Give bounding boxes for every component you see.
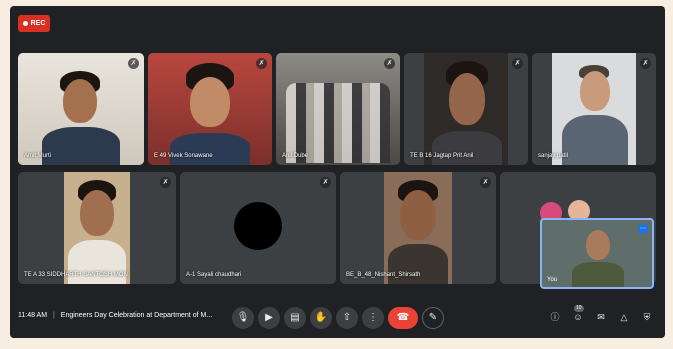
meeting-time: 11:48 AM bbox=[18, 312, 48, 319]
participant-avatar bbox=[234, 202, 282, 250]
participant-tile[interactable]: ✗ Anil Dube bbox=[276, 53, 400, 165]
shirt bbox=[562, 115, 628, 165]
meet-window: REC ✗ Amit Murti ✗ E 49 Vivek Sonawane ✗… bbox=[10, 6, 665, 338]
face bbox=[190, 77, 230, 127]
captions-button[interactable]: ▤ bbox=[284, 307, 306, 329]
mic-off-icon: ✗ bbox=[384, 58, 395, 69]
recording-indicator: REC bbox=[18, 15, 50, 32]
present-button[interactable]: ⇧ bbox=[336, 307, 358, 329]
separator: | bbox=[53, 312, 55, 319]
mic-button[interactable]: 🎙 bbox=[232, 307, 254, 329]
participant-name: A-1 Sayali chaudhari bbox=[186, 272, 242, 278]
mic-off-icon: ✗ bbox=[256, 58, 267, 69]
participant-tile[interactable]: ✗ TE B 16 Jagtap Prit Anil bbox=[404, 53, 528, 165]
mic-off-icon: ✗ bbox=[320, 177, 331, 188]
raise-hand-button[interactable]: ✋ bbox=[310, 307, 332, 329]
face bbox=[63, 79, 97, 123]
participant-tile[interactable]: ✗ sanjay patil bbox=[532, 53, 656, 165]
mic-off-icon: ✗ bbox=[640, 58, 651, 69]
control-bar: 11:48 AM | Engineers Day Celebration at … bbox=[10, 298, 665, 338]
chat-icon[interactable]: ✉ bbox=[594, 310, 608, 324]
meeting-info: 11:48 AM | Engineers Day Celebration at … bbox=[18, 312, 212, 319]
meeting-details-icon[interactable]: ⓘ bbox=[548, 310, 562, 324]
self-view-tile[interactable]: ⋯ You bbox=[540, 218, 654, 289]
participant-tile[interactable]: ✗ Amit Murti bbox=[18, 53, 144, 165]
face bbox=[80, 190, 114, 236]
participant-name: TE B 16 Jagtap Prit Anil bbox=[410, 153, 474, 159]
participant-tile[interactable]: ✗ E 49 Vivek Sonawane bbox=[148, 53, 272, 165]
mic-off-icon: ✗ bbox=[480, 177, 491, 188]
face bbox=[586, 230, 610, 260]
participant-name: TE A 33 SIDDHARTH SANTOSH MON bbox=[24, 272, 128, 278]
people-icon[interactable]: ☺ 10 bbox=[571, 305, 585, 324]
host-controls-icon[interactable]: ⛨ bbox=[640, 310, 654, 324]
shirt bbox=[432, 131, 502, 165]
participant-name: sanjay patil bbox=[538, 153, 569, 159]
participant-name: E 49 Vivek Sonawane bbox=[154, 153, 213, 159]
participant-tile[interactable]: ✗ TE A 33 SIDDHARTH SANTOSH MON bbox=[18, 172, 176, 284]
people-count-badge: 10 bbox=[574, 305, 584, 312]
mic-off-icon: ✗ bbox=[160, 177, 171, 188]
shirt bbox=[42, 127, 120, 165]
leave-call-button[interactable]: ☎ bbox=[388, 307, 418, 329]
participant-tile[interactable]: ✗ A-1 Sayali chaudhari bbox=[180, 172, 336, 284]
meeting-title: Engineers Day Celebration at Department … bbox=[60, 312, 213, 319]
participant-name: BE_B_48_Nishant_Shirsath bbox=[346, 272, 421, 278]
face bbox=[449, 73, 485, 125]
shirt bbox=[388, 244, 448, 284]
participant-name: Amit Murti bbox=[24, 153, 51, 159]
camera-button[interactable]: ▶ bbox=[258, 307, 280, 329]
group-people bbox=[286, 83, 390, 163]
mic-off-icon: ✗ bbox=[128, 58, 139, 69]
mic-off-icon: ✗ bbox=[512, 58, 523, 69]
face bbox=[400, 190, 436, 240]
face bbox=[580, 71, 610, 111]
activities-icon[interactable]: △ bbox=[617, 310, 631, 324]
more-options-icon[interactable]: ⋯ bbox=[638, 224, 648, 234]
self-name: You bbox=[547, 277, 558, 283]
shirt bbox=[170, 133, 250, 165]
recording-label: REC bbox=[30, 20, 46, 27]
pen-button[interactable]: ✎ bbox=[422, 307, 444, 329]
shirt bbox=[572, 262, 624, 287]
more-options-button[interactable]: ⋮ bbox=[362, 307, 384, 329]
participant-tile[interactable]: ✗ BE_B_48_Nishant_Shirsath bbox=[340, 172, 496, 284]
record-dot-icon bbox=[22, 21, 28, 26]
participant-name: Anil Dube bbox=[282, 153, 309, 159]
